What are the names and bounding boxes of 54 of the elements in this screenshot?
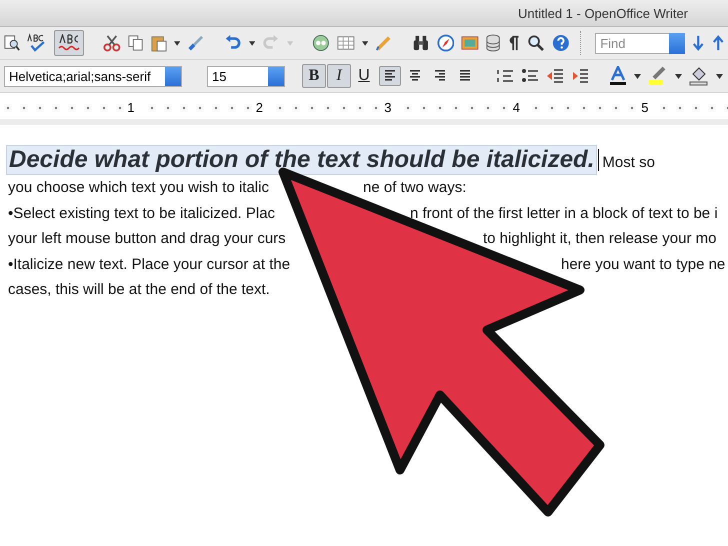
increase-indent-icon[interactable] [571, 68, 589, 84]
up-arrow-icon[interactable] [712, 34, 724, 52]
body-text: •Italicize new text. Place your cursor at the [8, 256, 290, 272]
binoculars-icon[interactable] [412, 33, 430, 53]
ruler-number: 5 [639, 101, 650, 115]
body-text: you choose which text you wish to italic [8, 179, 269, 196]
scissors-icon[interactable] [102, 33, 121, 53]
font-color-icon[interactable] [609, 66, 627, 86]
find-field[interactable]: Find [595, 32, 670, 54]
pilcrow-icon[interactable] [507, 34, 520, 52]
body-text: cases, this will be at the end of the text. [8, 281, 270, 298]
caret-icon[interactable] [716, 74, 723, 78]
picture-frame-icon[interactable] [461, 34, 480, 52]
ruler-number: 4 [510, 101, 522, 115]
paintbrush-icon[interactable] [186, 33, 205, 53]
font-name-field[interactable]: Helvetica;arial;sans-serif [4, 66, 182, 86]
font-size-field[interactable]: 15 [207, 66, 285, 86]
underline-button[interactable]: U [352, 64, 376, 88]
bulleted-list-icon[interactable] [521, 68, 539, 84]
ruler-number: 2 [254, 101, 265, 115]
database-icon[interactable] [486, 33, 500, 53]
page-preview-icon[interactable] [4, 34, 20, 52]
body-text: •Select existing text to be italicized. Plac [8, 204, 276, 222]
caret-icon[interactable] [248, 40, 255, 46]
highlighter-icon[interactable] [648, 66, 668, 86]
copy-icon[interactable] [128, 34, 144, 52]
body-text: to highlight it, then release your mo [483, 229, 716, 249]
autospellcheck-button[interactable] [54, 30, 84, 56]
spellcheck-icon[interactable] [26, 33, 47, 53]
decrease-indent-icon[interactable] [546, 68, 564, 84]
down-arrow-icon[interactable] [692, 34, 705, 52]
body-text: n front of the first letter in a block of text to be i [410, 204, 718, 224]
body-text: here you want to type ne [561, 254, 726, 274]
zoom-icon[interactable] [526, 33, 545, 53]
italic-button[interactable]: I [327, 64, 351, 88]
align-left-icon[interactable] [379, 66, 401, 86]
body-text: Most so [602, 154, 655, 171]
ruler-number: 1 [125, 101, 136, 115]
caret-icon[interactable] [174, 40, 180, 46]
caret-icon[interactable] [675, 74, 682, 78]
help-icon[interactable] [552, 33, 570, 53]
body-text: ne of two ways: [363, 178, 466, 198]
window-title: Untitled 1 - OpenOffice Writer [518, 6, 688, 20]
ruler-number: 3 [382, 101, 394, 115]
paint-bucket-icon[interactable] [689, 66, 709, 86]
compass-icon[interactable] [436, 33, 454, 53]
caret-icon[interactable] [634, 74, 641, 78]
navigator-icon[interactable] [312, 33, 330, 53]
selected-heading: Decide what portion of the text should be italicized. [6, 145, 598, 175]
body-text: your left mouse button and drag your curs [8, 230, 286, 247]
table-icon[interactable] [336, 34, 355, 52]
bold-button[interactable]: B [302, 64, 326, 88]
caret-icon[interactable] [362, 40, 368, 46]
numbered-list-icon[interactable] [496, 68, 514, 84]
